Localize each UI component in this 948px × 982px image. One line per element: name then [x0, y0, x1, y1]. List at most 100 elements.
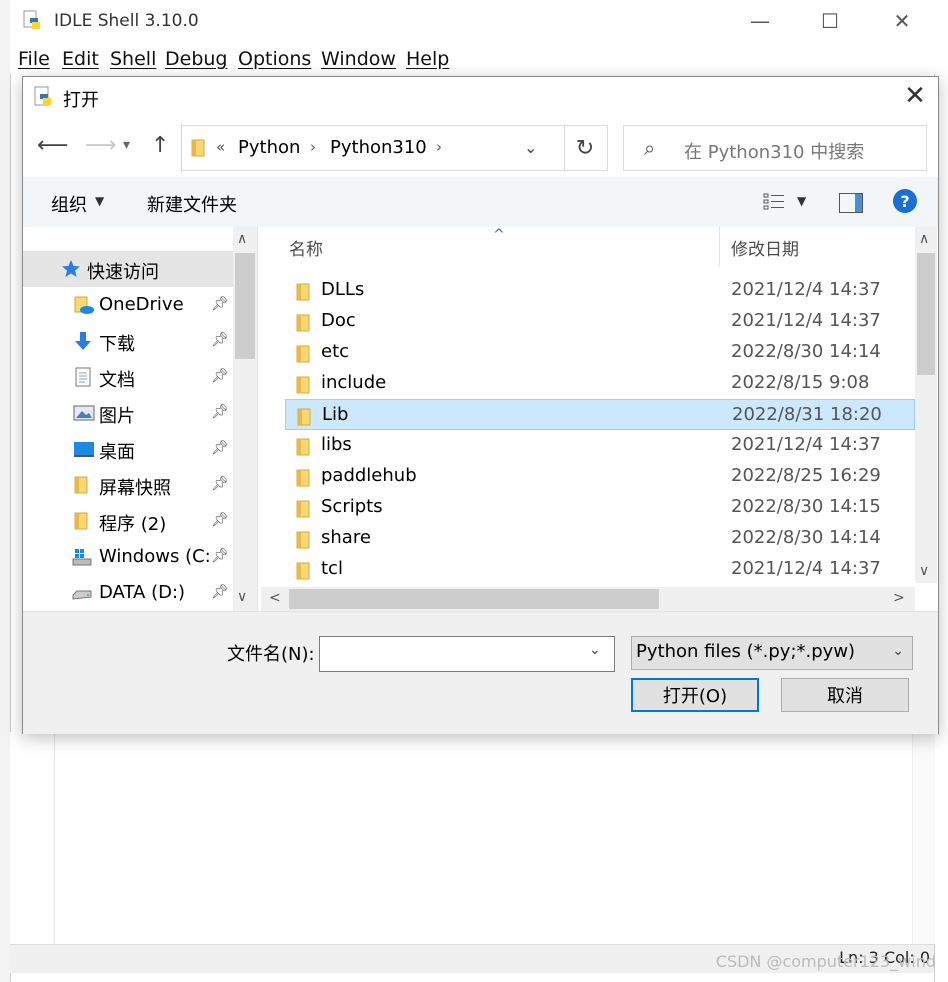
pin-icon[interactable]: 📌︎ — [211, 548, 229, 564]
file-row[interactable]: tcl 2021/12/4 14:37 — [285, 554, 915, 585]
column-divider[interactable] — [719, 227, 720, 267]
view-caret-icon[interactable]: ▼ — [797, 194, 806, 208]
horizontal-scrollbar-thumb[interactable] — [289, 589, 659, 609]
file-name: Lib — [322, 404, 349, 425]
filename-label: 文件名(N): — [227, 644, 315, 665]
nav-screenshots[interactable]: 屏幕快照 📌︎ — [23, 467, 233, 503]
folder-icon — [295, 375, 313, 399]
menu-file[interactable]: File — [18, 48, 50, 70]
menu-help[interactable]: Help — [406, 48, 449, 70]
filename-history-chevron-icon[interactable]: ⌄ — [589, 642, 601, 658]
file-row[interactable]: etc 2022/8/30 14:14 — [285, 337, 915, 368]
pin-icon[interactable]: 📌︎ — [211, 296, 229, 312]
nav-label: 下载 — [99, 334, 135, 355]
filename-input[interactable] — [319, 636, 615, 672]
folder-icon — [296, 407, 314, 431]
preview-pane-icon[interactable] — [839, 193, 863, 213]
pin-icon[interactable]: 📌︎ — [211, 440, 229, 456]
open-button[interactable]: 打开(O) — [631, 678, 759, 712]
folder-icon — [295, 499, 313, 523]
file-row[interactable]: libs 2021/12/4 14:37 — [285, 430, 915, 461]
column-header-date[interactable]: 修改日期 — [731, 235, 799, 260]
scroll-up-arrow-icon[interactable]: ∧ — [237, 231, 247, 247]
pin-icon[interactable]: 📌︎ — [211, 404, 229, 420]
file-row[interactable]: Doc 2021/12/4 14:37 — [285, 306, 915, 337]
nav-quick-access[interactable]: 快速访问 — [23, 251, 233, 287]
menu-window[interactable]: Window — [321, 48, 396, 70]
nav-documents[interactable]: 文档 📌︎ — [23, 359, 233, 395]
menu-shell[interactable]: Shell — [110, 48, 156, 70]
cancel-button[interactable]: 取消 — [781, 678, 909, 712]
file-row[interactable]: share 2022/8/30 14:14 — [285, 523, 915, 554]
nav-programs[interactable]: 程序 (2) 📌︎ — [23, 503, 233, 539]
help-icon[interactable]: ? — [893, 189, 917, 213]
desktop-icon — [73, 439, 94, 459]
view-options-icon[interactable] — [763, 193, 785, 211]
command-toolbar: 组织 ▼ 新建文件夹 ▼ ? — [23, 177, 938, 227]
scroll-up-arrow-icon[interactable]: ∧ — [919, 231, 929, 247]
file-name: include — [321, 372, 387, 393]
document-icon — [73, 367, 93, 387]
nav-label: 桌面 — [99, 442, 135, 463]
pin-icon[interactable]: 📌︎ — [211, 476, 229, 492]
new-folder-button[interactable]: 新建文件夹 — [147, 191, 237, 217]
menu-options[interactable]: Options — [238, 48, 311, 70]
maximize-button[interactable]: ☐ — [810, 6, 850, 36]
nav-onedrive[interactable]: OneDrive 📌︎ — [23, 287, 233, 323]
nav-pictures[interactable]: 图片 📌︎ — [23, 395, 233, 431]
nav-drive-c[interactable]: Windows (C: 📌︎ — [23, 539, 233, 575]
scroll-down-arrow-icon[interactable]: ∨ — [919, 563, 929, 579]
address-overflow-icon[interactable]: « — [216, 138, 225, 156]
refresh-button[interactable]: ↻ — [563, 125, 608, 171]
dialog-close-button[interactable]: ✕ — [900, 81, 930, 111]
search-input[interactable]: ⌕ 在 Python310 中搜索 — [623, 125, 927, 171]
scroll-left-arrow-icon[interactable]: < — [269, 590, 281, 606]
folder-icon — [295, 313, 313, 337]
pin-icon[interactable]: 📌︎ — [211, 368, 229, 384]
pin-icon[interactable]: 📌︎ — [211, 332, 229, 348]
file-row[interactable]: include 2022/8/15 9:08 — [285, 368, 915, 399]
file-row[interactable]: Scripts 2022/8/30 14:15 — [285, 492, 915, 523]
filetype-select[interactable]: Python files (*.py;*.pyw) ⌄ — [631, 636, 913, 670]
close-window-button[interactable]: ✕ — [882, 6, 922, 36]
minimize-button[interactable]: — — [740, 6, 780, 36]
address-bar[interactable]: « Python › Python310 › ⌄ — [181, 125, 565, 171]
filetype-value: Python files (*.py;*.pyw) — [636, 641, 856, 662]
address-history-chevron-icon[interactable]: ⌄ — [524, 138, 537, 157]
file-row[interactable]: DLLs 2021/12/4 14:37 — [285, 275, 915, 306]
column-header-name[interactable]: 名称 — [289, 235, 323, 260]
recent-locations-chevron-icon[interactable]: ▾ — [123, 137, 130, 153]
menu-debug[interactable]: Debug — [165, 48, 227, 70]
nav-scrollbar-thumb[interactable] — [235, 253, 255, 359]
breadcrumb-chevron-icon[interactable]: › — [310, 138, 316, 156]
nav-label: Windows (C: — [99, 546, 211, 567]
dialog-footer: 文件名(N): ⌄ Python files (*.py;*.pyw) ⌄ 打开… — [23, 611, 938, 734]
file-name: tcl — [321, 558, 343, 579]
file-list-scrollbar-thumb[interactable] — [917, 253, 935, 375]
breadcrumb-chevron-icon[interactable]: › — [436, 138, 442, 156]
nav-drive-d[interactable]: DATA (D:) 📌︎ — [23, 575, 233, 611]
pin-icon[interactable]: 📌︎ — [211, 584, 229, 600]
nav-label: 文档 — [99, 370, 135, 391]
nav-label: 程序 (2) — [99, 514, 167, 535]
nav-desktop[interactable]: 桌面 📌︎ — [23, 431, 233, 467]
breadcrumb-python[interactable]: Python — [238, 137, 300, 158]
shell-scrollbar[interactable] — [912, 732, 935, 944]
organize-caret-icon[interactable]: ▼ — [95, 194, 104, 208]
breadcrumb-python310[interactable]: Python310 — [330, 137, 427, 158]
scroll-right-arrow-icon[interactable]: > — [893, 590, 905, 606]
scroll-down-arrow-icon[interactable]: ∨ — [237, 589, 247, 605]
drive-icon — [71, 583, 92, 603]
file-row[interactable]: paddlehub 2022/8/25 16:29 — [285, 461, 915, 492]
folder-icon — [190, 138, 208, 158]
file-row[interactable]: Lib 2022/8/31 18:20 — [285, 399, 915, 430]
forward-arrow-icon[interactable]: ⟶ — [85, 133, 117, 158]
back-arrow-icon[interactable]: ⟵ — [37, 133, 69, 158]
file-date: 2022/8/30 14:14 — [731, 527, 881, 548]
nav-downloads[interactable]: 下载 📌︎ — [23, 323, 233, 359]
file-date: 2021/12/4 14:37 — [731, 434, 881, 455]
organize-button[interactable]: 组织 — [51, 191, 87, 217]
pin-icon[interactable]: 📌︎ — [211, 512, 229, 528]
menu-edit[interactable]: Edit — [62, 48, 99, 70]
up-arrow-icon[interactable]: ↑ — [151, 133, 169, 158]
